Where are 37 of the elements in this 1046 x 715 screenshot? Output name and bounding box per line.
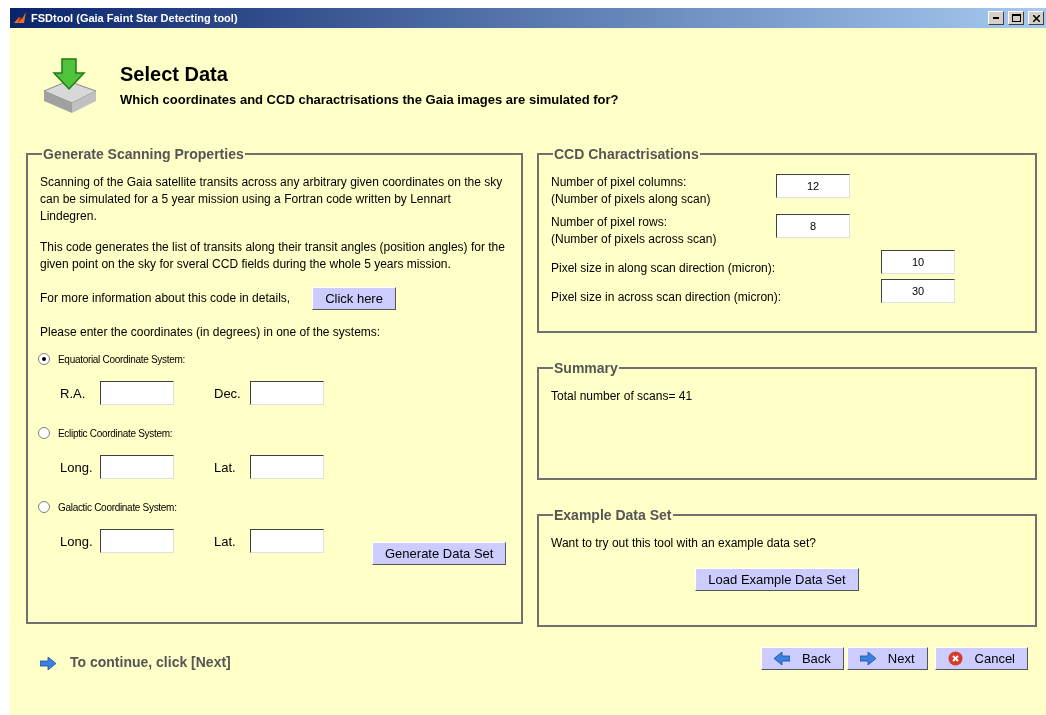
generate-button[interactable]: Generate Data Set	[372, 541, 507, 565]
summary-text: Total number of scans= 41	[551, 388, 694, 405]
parameter-label: Number of pixel rows: (Number of pixels across scan)	[551, 214, 718, 248]
parameter-field[interactable]: 8	[776, 214, 850, 238]
panel-title: Generate Scanning Properties	[42, 146, 245, 162]
field-label: Long.	[60, 533, 94, 549]
parameter-field[interactable]: 30	[881, 279, 955, 303]
description-text: Scanning of the Gaia satellite transits across any arbitrary given coordinates on the sky can be simulated for a 5 year mission using a Fortran code written by Lennart Lindegren.	[40, 174, 504, 225]
window-title: FSDtool (Gaia Faint Star Detecting tool)	[31, 12, 239, 24]
back-button[interactable]: Back	[760, 647, 844, 670]
cancel-button[interactable]: Cancel	[934, 647, 1028, 670]
field-label: Lat.	[214, 459, 237, 475]
parameter-field[interactable]: 10	[881, 250, 955, 274]
parameter-field[interactable]: 12	[776, 174, 850, 198]
page-subtitle: Which coordinates and CCD charactrisations the Gaia images are simulated for?	[120, 92, 619, 107]
field-label: Dec.	[214, 385, 242, 401]
panel-title: CCD Charactrisations	[553, 146, 700, 162]
field-label: R.A.	[60, 385, 87, 401]
radio-label: Galactic Coordinate System:	[58, 501, 177, 513]
field-label: Lat.	[214, 533, 237, 549]
page-title: Select Data	[120, 63, 229, 86]
parameter-label: Number of pixel columns: (Number of pixels along scan)	[551, 174, 712, 208]
next-button[interactable]: Next	[846, 647, 928, 670]
click-here-button[interactable]: Click here	[312, 287, 396, 310]
radio-label: Ecliptic Coordinate System:	[58, 427, 173, 439]
continue-hint: To continue, click [Next]	[70, 654, 231, 670]
example-text: Want to try out this tool with an example data set?	[551, 535, 818, 552]
description-text: This code generates the list of transits along their transit angles (position angles) for the given point on the sky for sveral CCD fields during the whole 5 years mission.	[40, 239, 506, 273]
prompt-text: Please enter the coordinates (in degrees) in one of the systems:	[40, 324, 382, 341]
panel-title: Example Data Set	[553, 507, 673, 523]
parameter-label: Pixel size in along scan direction (micron):	[551, 260, 777, 277]
radio-label: Equatorial Coordinate System:	[58, 353, 185, 365]
field-label: Long.	[60, 459, 94, 475]
info-text: For more information about this code in details,	[40, 290, 291, 307]
parameter-label: Pixel size in across scan direction (micron):	[551, 289, 783, 306]
load-example-button[interactable]: Load Example Data Set	[695, 568, 859, 591]
panel-title: Summary	[553, 360, 619, 376]
